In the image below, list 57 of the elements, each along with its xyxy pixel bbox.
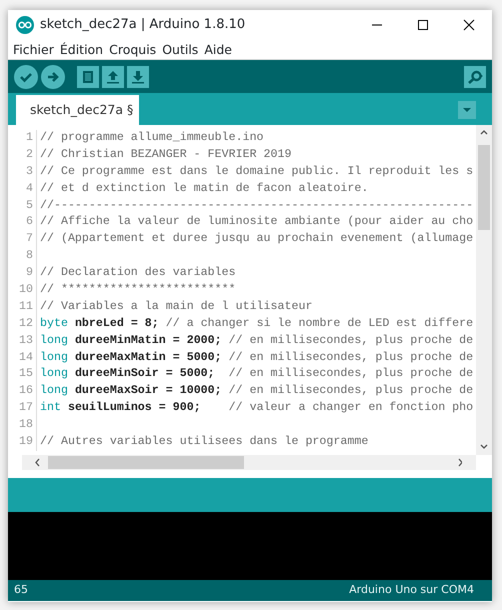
line-number: 18: [8, 417, 37, 434]
line-number: 13: [8, 332, 37, 350]
line-number: 7: [8, 231, 37, 248]
line-number: 3: [8, 164, 37, 181]
open-button[interactable]: [102, 66, 124, 88]
tab-menu-button[interactable]: [458, 101, 476, 119]
code-line: int seuilLuminos = 900; // valeur a changer en fonction pho: [40, 400, 474, 416]
line-number: 14: [8, 350, 37, 366]
vertical-scrollbar[interactable]: [476, 125, 492, 455]
verify-button[interactable]: [14, 64, 38, 88]
window-title: sketch_dec27a | Arduino 1.8.10: [40, 16, 246, 34]
serial-monitor-button[interactable]: [464, 66, 486, 88]
horizontal-scrollbar[interactable]: [22, 455, 476, 470]
line-number: 15: [8, 366, 37, 384]
line-number: 9: [8, 265, 37, 282]
menu-item[interactable]: Édition: [60, 40, 104, 59]
code-line: // Declaration des variables: [40, 265, 236, 282]
menu-item[interactable]: Fichier: [13, 40, 54, 59]
line-number: 17: [8, 400, 37, 418]
code-line: long dureeMinMatin = 2000; // en millisecondes, plus proche de: [40, 332, 474, 349]
code-line: // (Appartement et duree jusqu au prochain evenement (allumage: [40, 231, 474, 248]
code-line: // et d extinction le matin de facon aleatoire.: [40, 180, 368, 197]
line-number: 16: [8, 383, 37, 400]
code-line: // *************************: [40, 282, 236, 298]
code-line: //------------------------------------------------------------: [40, 198, 474, 214]
upload-button[interactable]: [41, 64, 65, 88]
code-line: // programme allume_immeuble.ino: [40, 130, 264, 146]
code-line: // Affiche la valeur de luminosite ambiante (pour aider au cho: [40, 214, 474, 230]
line-number: 11: [8, 298, 37, 316]
board-port-label: Arduino Uno sur COM4: [349, 582, 474, 598]
code-line: // Autres variables utilisees dans le programme: [40, 434, 368, 450]
save-button[interactable]: [127, 66, 149, 88]
editor-tab[interactable]: sketch_dec27a §: [16, 95, 140, 125]
line-number: 2: [8, 146, 37, 164]
code-line: long dureeMaxMatin = 5000; // en millisecondes, plus proche de: [40, 350, 474, 366]
code-line: // Ce programme est dans le domaine public. Il reproduit les s: [40, 164, 474, 180]
line-number: 8: [8, 248, 37, 266]
menu-item[interactable]: Outils: [162, 40, 198, 59]
code-line: // Christian BEZANGER - FEVRIER 2019: [40, 146, 292, 163]
code-line: byte nbreLed = 8; // a changer si le nombre de LED est differe: [40, 316, 474, 332]
new-file-button[interactable]: [77, 66, 99, 88]
maximize-icon: [417, 19, 429, 31]
app-logo-icon: [16, 16, 34, 34]
line-number: 5: [8, 198, 37, 214]
line-number: 1: [8, 130, 37, 147]
menu-item[interactable]: Croquis: [109, 40, 156, 59]
line-number: 19: [8, 434, 37, 451]
code-line: long dureeMaxSoir = 10000; // en millisecondes, plus proche de: [40, 383, 474, 400]
code-line: long dureeMinSoir = 5000; // en millisecondes, plus proche de: [40, 366, 474, 382]
line-number: 12: [8, 316, 37, 333]
close-icon: [463, 19, 475, 31]
line-number: 6: [8, 214, 37, 232]
line-indicator: 65: [14, 582, 28, 598]
line-number: 4: [8, 180, 37, 198]
menu-item[interactable]: Aide: [204, 40, 232, 59]
line-number: 10: [8, 282, 37, 299]
code-line: // Variables a la main de l utilisateur: [40, 298, 312, 315]
